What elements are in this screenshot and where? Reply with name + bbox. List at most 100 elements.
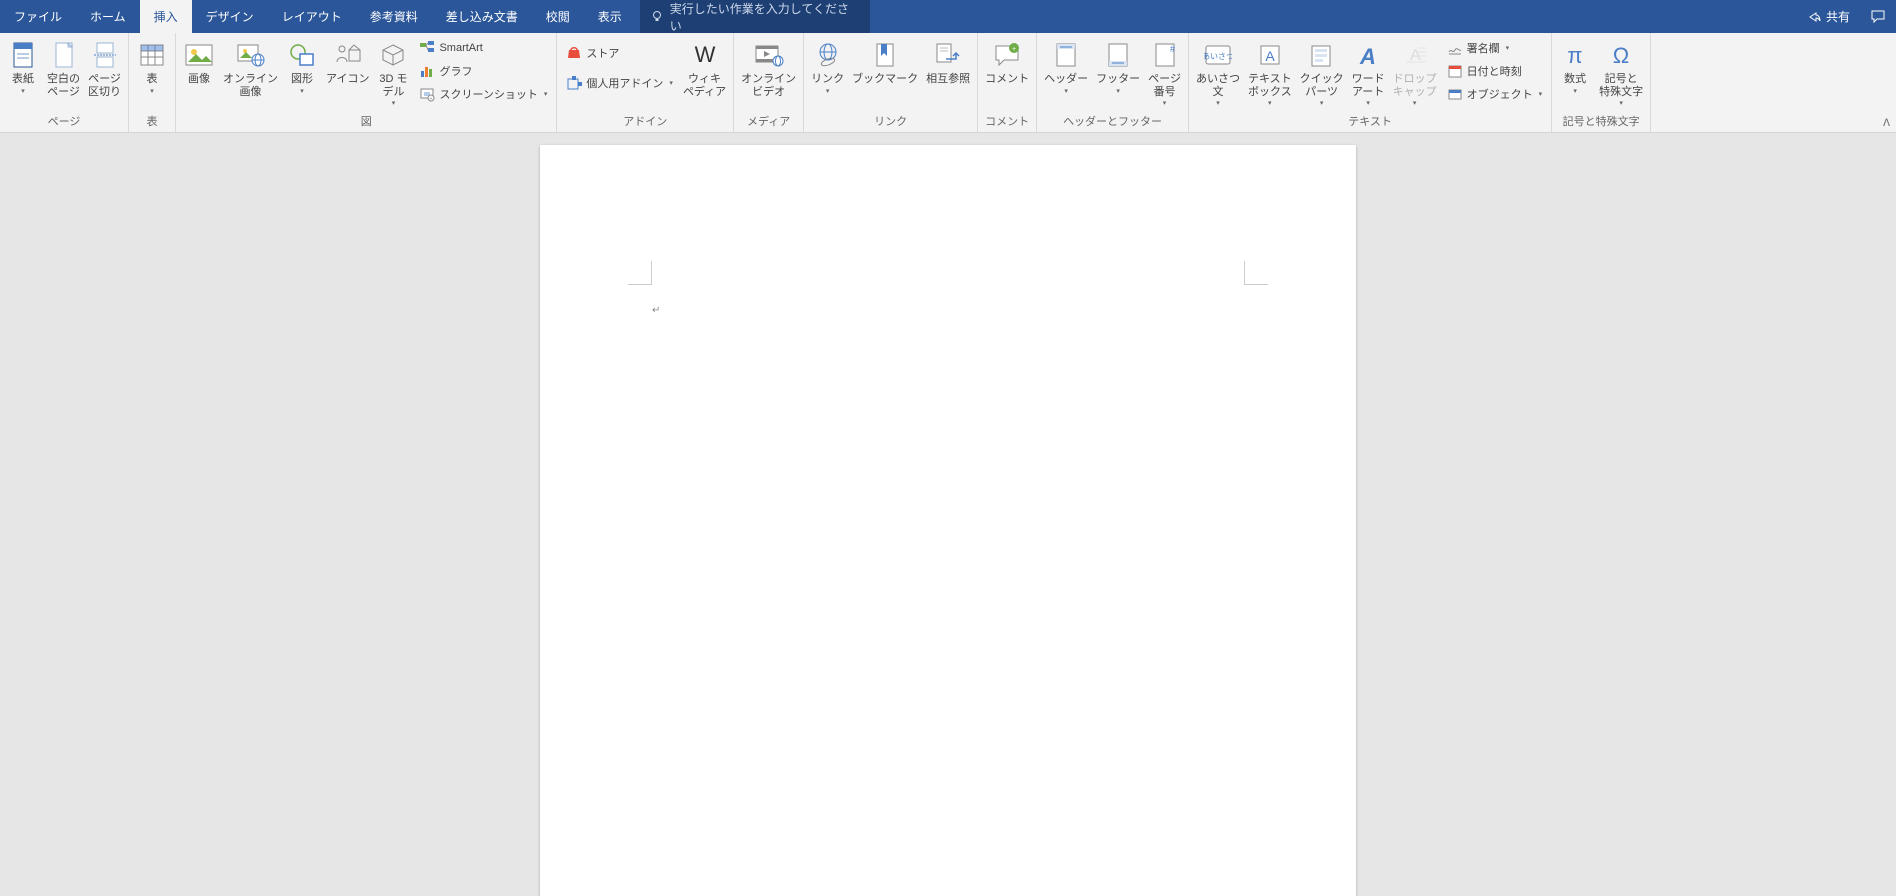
quickparts-icon <box>1309 42 1335 68</box>
equation-button[interactable]: π 数式▾ <box>1555 36 1595 97</box>
store-button[interactable]: ストア <box>562 42 677 64</box>
wikipedia-icon: W <box>691 42 719 68</box>
pagenumber-button[interactable]: # ページ 番号▾ <box>1144 36 1185 109</box>
group-illustrations: 画像 オンライン 画像 図形▾ アイコン 3D モ デル▾ Sm <box>176 33 557 132</box>
onlinepicture-icon <box>236 42 266 68</box>
svg-text:+: + <box>430 96 433 102</box>
wikipedia-button[interactable]: W ウィキ ペディア <box>679 36 730 100</box>
group-comments-label: コメント <box>978 111 1036 132</box>
table-icon <box>138 41 166 69</box>
group-addins-label: アドイン <box>557 111 733 132</box>
shapes-button[interactable]: 図形▾ <box>282 36 322 97</box>
pictures-button[interactable]: 画像 <box>179 36 219 88</box>
object-button[interactable]: オブジェクト▾ <box>1443 83 1547 105</box>
blank-page-button[interactable]: 空白の ページ <box>43 36 84 100</box>
greeting-button[interactable]: あいさつ あいさつ 文▾ <box>1192 36 1244 109</box>
group-media-label: メディア <box>734 111 803 132</box>
group-media: オンライン ビデオ メディア <box>734 33 804 132</box>
crossref-button[interactable]: 相互参照 <box>922 36 974 88</box>
pagebreak-icon <box>92 41 118 69</box>
quickparts-button[interactable]: クイック パーツ▾ <box>1296 36 1348 109</box>
coverpage-icon <box>10 41 36 69</box>
link-icon <box>814 42 842 68</box>
group-addins: ストア 個人用アドイン▾ W ウィキ ペディア アドイン <box>557 33 734 132</box>
group-pages: 表紙▾ 空白の ページ ページ 区切り ページ <box>0 33 129 132</box>
chart-icon <box>419 63 435 79</box>
group-pages-label: ページ <box>0 111 128 132</box>
object-icon <box>1447 86 1463 102</box>
table-button[interactable]: 表▾ <box>132 36 172 97</box>
screenshot-button[interactable]: + スクリーンショット▾ <box>415 83 551 105</box>
svg-text:A: A <box>1265 48 1275 64</box>
tab-design[interactable]: デザイン <box>192 0 268 33</box>
blankpage-icon <box>53 41 75 69</box>
shapes-icon <box>288 42 316 68</box>
smartart-icon <box>419 40 435 56</box>
share-button[interactable]: 共有 <box>1798 0 1860 33</box>
online-pictures-button[interactable]: オンライン 画像 <box>219 36 282 100</box>
group-text-label: テキスト <box>1189 111 1551 132</box>
svg-text:+: + <box>1012 46 1016 53</box>
tabbar-spacer <box>870 0 1798 33</box>
ribbon: 表紙▾ 空白の ページ ページ 区切り ページ 表▾ 表 <box>0 33 1896 133</box>
group-links-label: リンク <box>804 111 977 132</box>
speech-bubble-icon <box>1870 9 1886 25</box>
page[interactable]: ↵ <box>540 145 1356 896</box>
myaddins-button[interactable]: 個人用アドイン▾ <box>562 72 677 94</box>
margin-guide-tr <box>1244 261 1268 285</box>
online-video-button[interactable]: オンライン ビデオ <box>737 36 800 100</box>
signature-icon <box>1447 40 1463 56</box>
link-button[interactable]: リンク▾ <box>807 36 848 97</box>
header-icon <box>1054 41 1078 69</box>
document-area[interactable]: ↵ <box>0 133 1896 896</box>
tab-layout[interactable]: レイアウト <box>268 0 356 33</box>
page-break-button[interactable]: ページ 区切り <box>84 36 125 100</box>
icons-button[interactable]: アイコン <box>322 36 373 88</box>
pagenumber-icon: # <box>1153 41 1177 69</box>
tell-me-placeholder: 実行したい作業を入力してください <box>670 0 860 34</box>
header-button[interactable]: ヘッダー▾ <box>1040 36 1092 97</box>
svg-text:あいさつ: あいさつ <box>1204 52 1232 61</box>
store-icon <box>566 45 582 61</box>
cover-page-button[interactable]: 表紙▾ <box>3 36 43 97</box>
svg-text:Ω: Ω <box>1613 43 1629 68</box>
signature-button[interactable]: 署名欄▾ <box>1443 37 1547 59</box>
tab-review[interactable]: 校閲 <box>532 0 584 33</box>
tab-view[interactable]: 表示 <box>584 0 636 33</box>
group-symbols-label: 記号と特殊文字 <box>1552 111 1650 132</box>
margin-guide-tl <box>628 261 652 285</box>
tab-file[interactable]: ファイル <box>0 0 76 33</box>
bookmark-icon <box>873 41 897 69</box>
group-illustrations-label: 図 <box>176 111 556 132</box>
tab-home[interactable]: ホーム <box>76 0 140 33</box>
tab-references[interactable]: 参考資料 <box>356 0 432 33</box>
datetime-button[interactable]: 日付と時刻 <box>1443 60 1547 82</box>
svg-text:W: W <box>694 42 715 67</box>
feedback-button[interactable] <box>1860 0 1896 33</box>
crossref-icon <box>934 41 962 69</box>
tell-me-box[interactable]: 実行したい作業を入力してください <box>640 0 870 33</box>
textbox-icon: A <box>1258 42 1282 68</box>
comment-button[interactable]: + コメント <box>981 36 1033 88</box>
symbol-icon: Ω <box>1608 41 1634 69</box>
dropcap-button: A ドロップ キャップ▾ <box>1389 36 1441 109</box>
equation-icon: π <box>1562 41 1588 69</box>
collapse-ribbon-button[interactable]: ᐱ <box>1883 118 1890 129</box>
icons-icon <box>334 42 362 68</box>
textbox-button[interactable]: A テキスト ボックス▾ <box>1244 36 1296 109</box>
greeting-icon: あいさつ <box>1204 43 1232 67</box>
footer-button[interactable]: フッター▾ <box>1092 36 1144 97</box>
comment-icon: + <box>993 42 1021 68</box>
dropcap-icon: A <box>1402 42 1428 68</box>
bookmark-button[interactable]: ブックマーク <box>848 36 922 88</box>
wordart-button[interactable]: A ワード アート▾ <box>1348 36 1389 109</box>
group-headerfooter: ヘッダー▾ フッター▾ # ページ 番号▾ ヘッダーとフッター <box>1037 33 1189 132</box>
chart-button[interactable]: グラフ <box>415 60 551 82</box>
tab-insert[interactable]: 挿入 <box>140 0 192 33</box>
symbol-button[interactable]: Ω 記号と 特殊文字▾ <box>1595 36 1647 109</box>
smartart-button[interactable]: SmartArt <box>415 37 551 59</box>
3dmodels-button[interactable]: 3D モ デル▾ <box>373 36 413 109</box>
share-icon <box>1808 10 1822 24</box>
tab-mailings[interactable]: 差し込み文書 <box>432 0 532 33</box>
svg-text:π: π <box>1568 43 1583 68</box>
